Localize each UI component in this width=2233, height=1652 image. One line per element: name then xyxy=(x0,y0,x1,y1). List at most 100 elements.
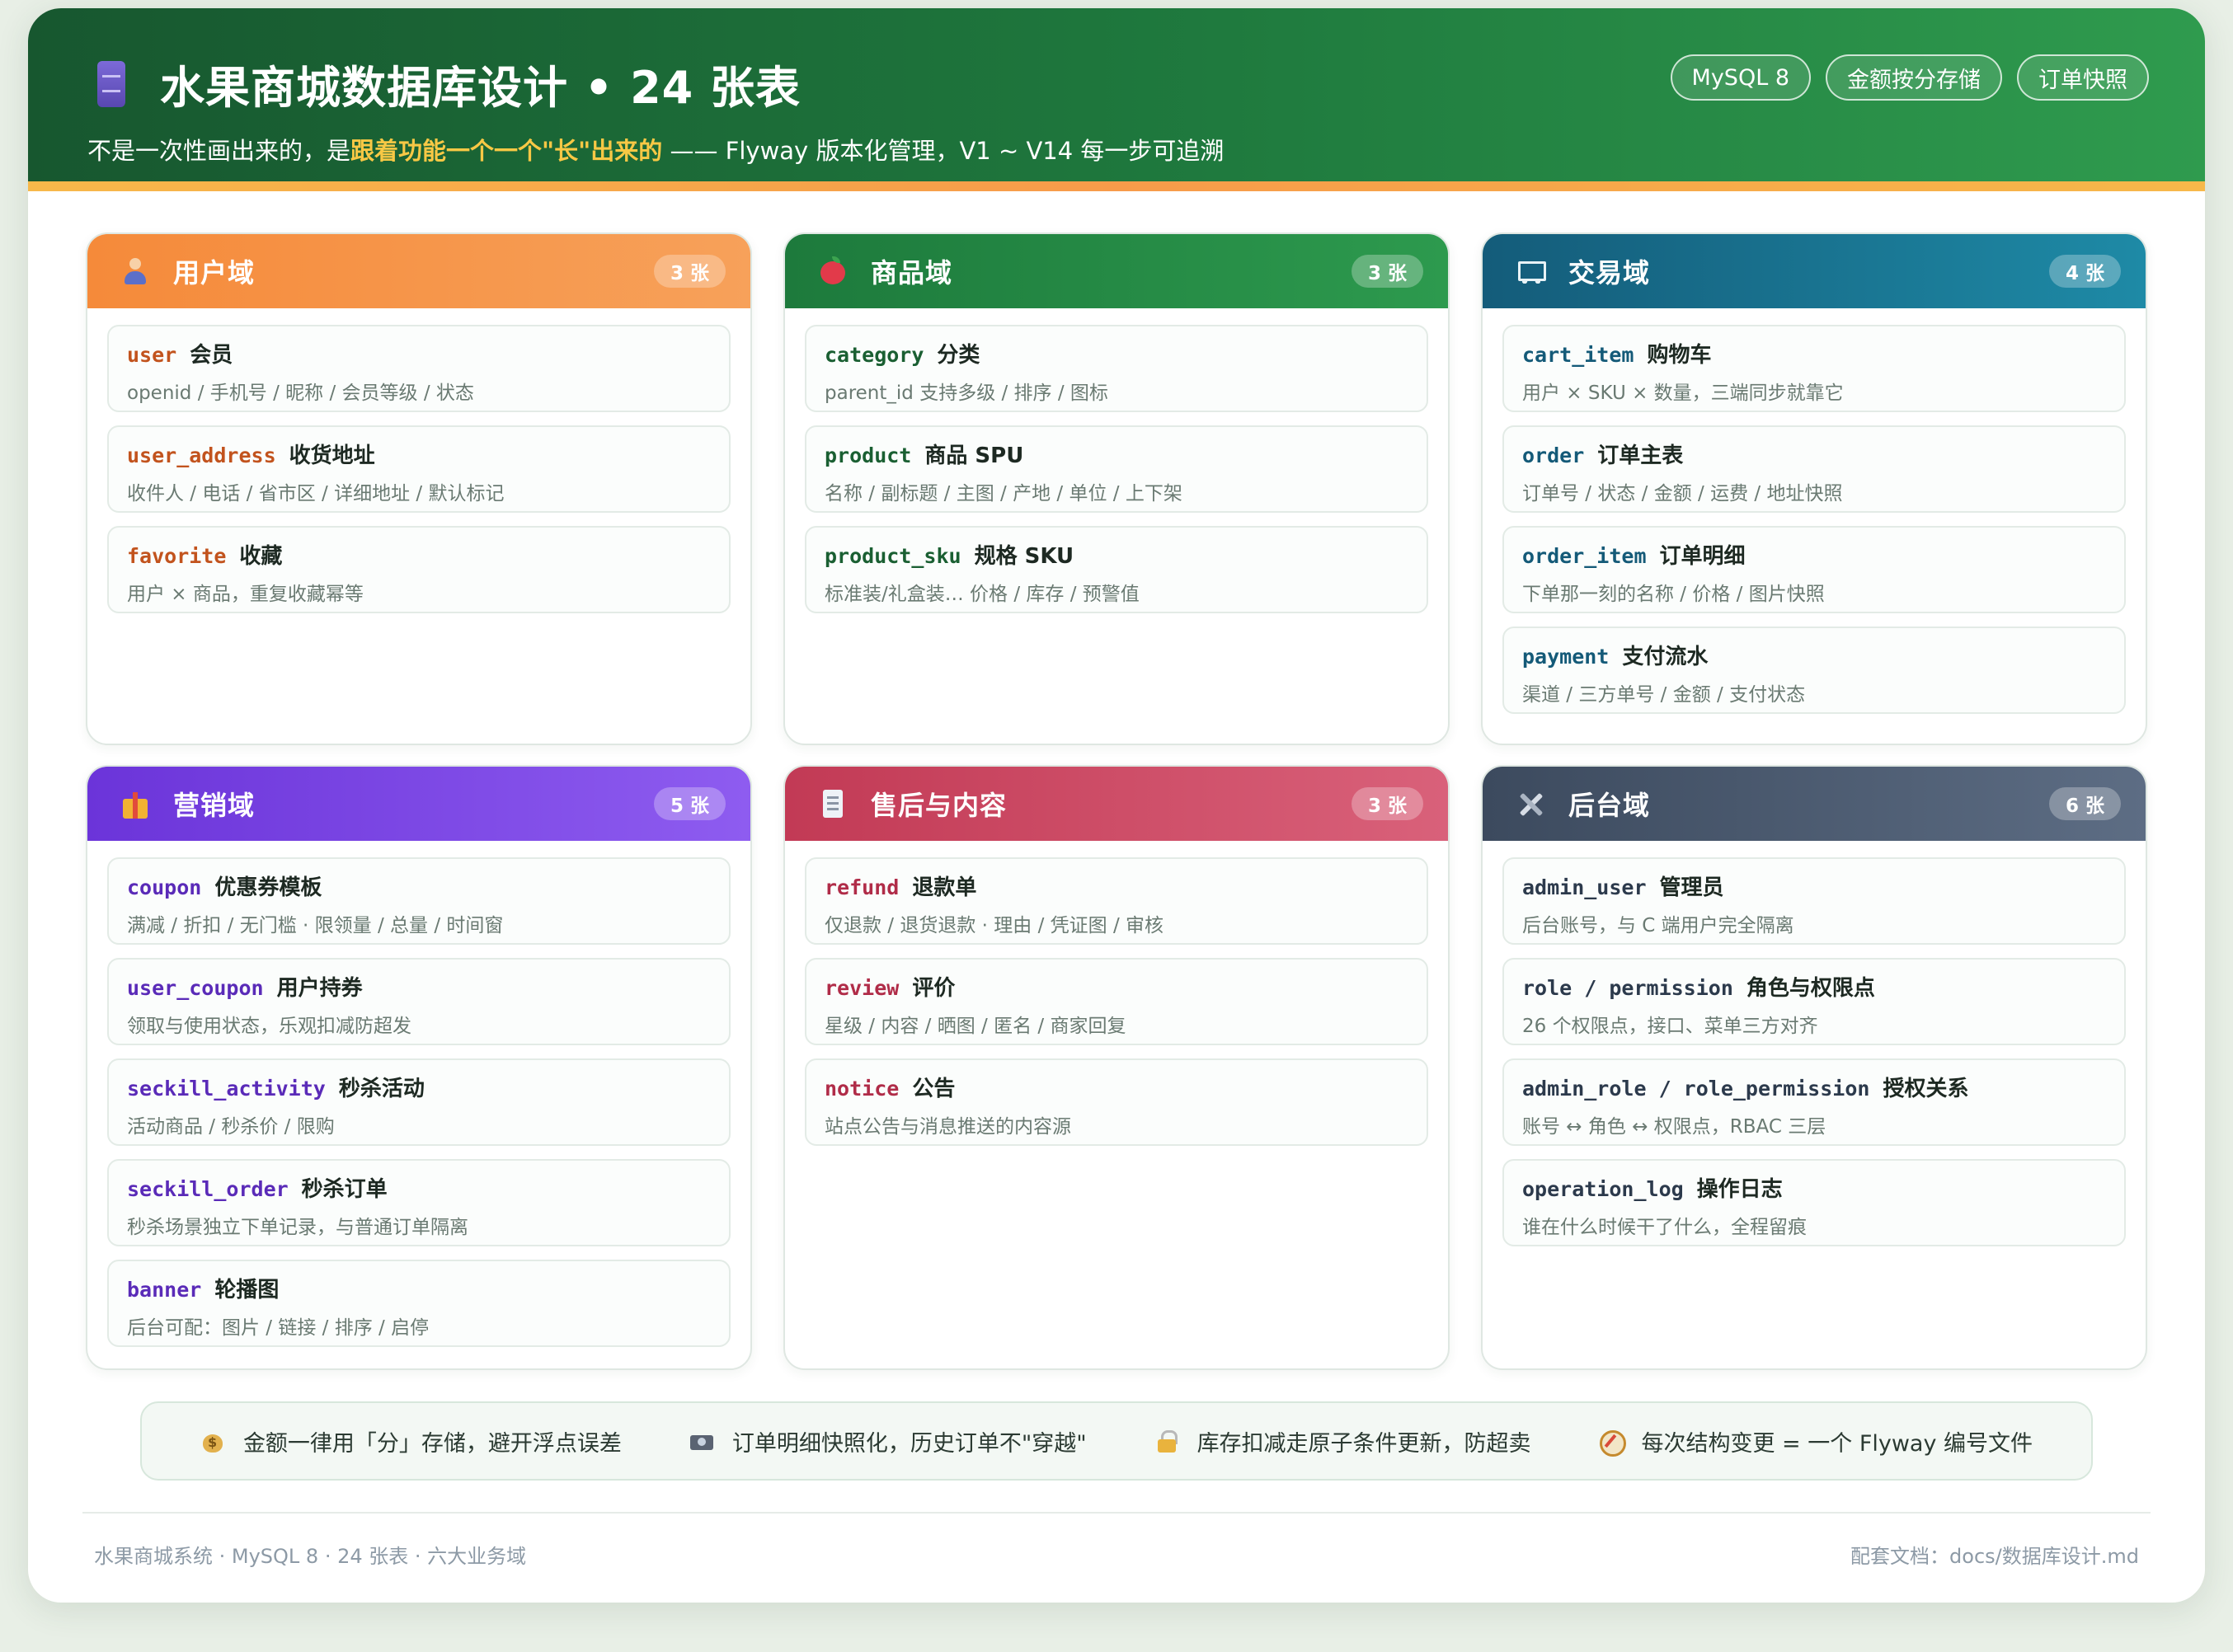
table-code: cart_item xyxy=(1522,343,1634,367)
table-count-badge: 3 张 xyxy=(1351,255,1423,288)
domain-title: 用户域 xyxy=(173,257,256,289)
table-desc: 下单那一刻的名称 / 价格 / 图片快照 xyxy=(1522,584,1825,605)
table-desc: 活动商品 / 秒杀价 / 限购 xyxy=(127,1116,335,1138)
table-name: 订单明细 xyxy=(1659,544,1746,569)
table-desc: 账号 ↔ 角色 ↔ 权限点，RBAC 三层 xyxy=(1522,1116,1826,1138)
table-name: 规格 SKU xyxy=(974,544,1074,569)
table-desc: 标准装/礼盒装… 价格 / 库存 / 预警值 xyxy=(825,584,1140,605)
table-name: 授权关系 xyxy=(1883,1077,1969,1101)
domain-card-trade: 交易域 4 张 cart_item 购物车 用户 × SKU × 数量，三端同步就… xyxy=(1481,232,2147,745)
table-code: user xyxy=(127,343,177,367)
table-code: role / permission xyxy=(1522,976,1733,1000)
table-code: refund xyxy=(825,875,900,899)
domain-header: 后台域 6 张 xyxy=(1483,767,2146,841)
table-entry: product 商品 SPU 名称 / 副标题 / 主图 / 产地 / 单位 / … xyxy=(805,425,1428,513)
domain-table-list: user 会员 openid / 手机号 / 昵称 / 会员等级 / 状态 use… xyxy=(87,308,750,613)
tip-item: 库存扣减走原子条件更新，防超卖 xyxy=(1154,1425,1531,1457)
table-desc: 26 个权限点，接口、菜单三方对齐 xyxy=(1522,1016,1818,1037)
tools-icon xyxy=(1516,789,1545,819)
domain-title: 商品域 xyxy=(871,257,953,289)
tag-money-in-cents: 金额按分存储 xyxy=(1826,54,2002,101)
header-banner: 水果商城数据库设计 • 24 张表 不是一次性画出来的，是跟着功能一个一个"长"… xyxy=(28,8,2205,181)
header-tags: MySQL 8 金额按分存储 订单快照 xyxy=(1670,54,2149,101)
tip-text: 每次结构变更 = 一个 Flyway 编号文件 xyxy=(1641,1430,2033,1457)
table-code: product_sku xyxy=(825,544,961,568)
table-desc: 后台可配：图片 / 链接 / 排序 / 启停 xyxy=(127,1317,430,1339)
table-desc: 收件人 / 电话 / 省市区 / 详细地址 / 默认标记 xyxy=(127,483,505,505)
domain-title: 售后与内容 xyxy=(871,790,1008,821)
domain-header: 交易域 4 张 xyxy=(1483,234,2146,308)
table-name: 购物车 xyxy=(1647,343,1712,368)
table-desc: 谁在什么时候干了什么，全程留痕 xyxy=(1522,1217,1807,1238)
table-count-badge: 5 张 xyxy=(653,787,726,820)
tip-text: 金额一律用「分」存储，避开浮点误差 xyxy=(242,1430,622,1457)
table-desc: 星级 / 内容 / 晒图 / 匿名 / 商家回复 xyxy=(825,1016,1126,1037)
apple-icon xyxy=(818,256,848,286)
table-code: user_coupon xyxy=(127,976,264,1000)
table-name: 秒杀订单 xyxy=(301,1177,388,1202)
compass-icon xyxy=(1598,1429,1627,1457)
table-desc: openid / 手机号 / 昵称 / 会员等级 / 状态 xyxy=(127,382,474,404)
table-code: user_address xyxy=(127,444,276,467)
table-entry: favorite 收藏 用户 × 商品，重复收藏幂等 xyxy=(107,526,731,613)
money-bag-icon xyxy=(200,1429,225,1453)
domain-table-list: refund 退款单 仅退款 / 退货退款 · 理由 / 凭证图 / 审核 rev… xyxy=(785,841,1448,1146)
table-code: payment xyxy=(1522,645,1610,669)
table-name: 优惠券模板 xyxy=(214,875,322,900)
table-name: 订单主表 xyxy=(1597,444,1684,468)
table-entry: admin_role / role_permission 授权关系 账号 ↔ 角色… xyxy=(1502,1058,2126,1146)
document-icon xyxy=(818,789,848,819)
title-row: 水果商城数据库设计 • 24 张表 xyxy=(97,51,801,116)
design-principles-bar: 金额一律用「分」存储，避开浮点误差 订单明细快照化，历史订单不"穿越" 库存扣减… xyxy=(140,1401,2093,1481)
cart-icon xyxy=(1516,256,1546,286)
domain-table-list: category 分类 parent_id 支持多级 / 排序 / 图标 prod… xyxy=(785,308,1448,613)
table-code: favorite xyxy=(127,544,227,568)
domain-card-goods: 商品域 3 张 category 分类 parent_id 支持多级 / 排序 /… xyxy=(783,232,1450,745)
table-entry: seckill_order 秒杀订单 秒杀场景独立下单记录，与普通订单隔离 xyxy=(107,1159,731,1246)
table-entry: notice 公告 站点公告与消息推送的内容源 xyxy=(805,1058,1428,1146)
footer-divider xyxy=(82,1512,2151,1514)
domain-title: 后台域 xyxy=(1568,790,1651,821)
table-count-badge: 3 张 xyxy=(1351,787,1423,820)
table-entry: order_item 订单明细 下单那一刻的名称 / 价格 / 图片快照 xyxy=(1502,526,2126,613)
table-code: product xyxy=(825,444,912,467)
domain-table-list: coupon 优惠券模板 满减 / 折扣 / 无门槛 · 限领量 / 总量 / 时… xyxy=(87,841,750,1347)
page-subtitle: 不是一次性画出来的，是跟着功能一个一个"长"出来的 —— Flyway 版本化管… xyxy=(87,132,1224,167)
table-entry: coupon 优惠券模板 满减 / 折扣 / 无门槛 · 限领量 / 总量 / 时… xyxy=(107,857,731,945)
table-code: category xyxy=(825,343,924,367)
table-entry: user_coupon 用户持券 领取与使用状态，乐观扣减防超发 xyxy=(107,958,731,1045)
table-count-badge: 3 张 xyxy=(653,255,726,288)
table-code: coupon xyxy=(127,875,202,899)
user-icon xyxy=(120,256,150,286)
table-code: seckill_order xyxy=(127,1177,289,1201)
table-desc: 渠道 / 三方单号 / 金额 / 支付状态 xyxy=(1522,684,1806,706)
table-desc: 订单号 / 状态 / 金额 / 运费 / 地址快照 xyxy=(1522,483,1843,505)
domain-table-list: cart_item 购物车 用户 × SKU × 数量，三端同步就靠它 order… xyxy=(1483,308,2146,714)
table-desc: 后台账号，与 C 端用户完全隔离 xyxy=(1522,915,1794,936)
tip-text: 订单明细快照化，历史订单不"穿越" xyxy=(731,1430,1087,1457)
footer-summary: 水果商城系统 · MySQL 8 · 24 张表 · 六大业务域 xyxy=(94,1545,527,1568)
table-code: order_item xyxy=(1522,544,1647,568)
table-desc: 用户 × SKU × 数量，三端同步就靠它 xyxy=(1522,382,1844,404)
schema-poster: 水果商城数据库设计 • 24 张表 不是一次性画出来的，是跟着功能一个一个"长"… xyxy=(28,8,2205,1603)
table-name: 管理员 xyxy=(1659,875,1724,900)
camera-icon xyxy=(689,1429,714,1453)
table-code: banner xyxy=(127,1278,202,1302)
table-entry: refund 退款单 仅退款 / 退货退款 · 理由 / 凭证图 / 审核 xyxy=(805,857,1428,945)
table-name: 评价 xyxy=(912,976,956,1001)
database-icon xyxy=(97,60,125,107)
table-code: admin_role / role_permission xyxy=(1522,1077,1870,1101)
domain-table-list: admin_user 管理员 后台账号，与 C 端用户完全隔离 role / pe… xyxy=(1483,841,2146,1246)
domain-header: 营销域 5 张 xyxy=(87,767,750,841)
footer-doc-link: 配套文档：docs/数据库设计.md xyxy=(1850,1545,2139,1568)
table-name: 支付流水 xyxy=(1622,645,1709,669)
page-title: 水果商城数据库设计 • 24 张表 xyxy=(160,62,802,114)
table-count-badge: 4 张 xyxy=(2048,255,2121,288)
subtitle-highlight: 跟着功能一个一个"长"出来的 xyxy=(350,137,663,165)
tag-mysql: MySQL 8 xyxy=(1670,54,1811,101)
table-desc: 满减 / 折扣 / 无门槛 · 限领量 / 总量 / 时间窗 xyxy=(127,915,504,936)
table-entry: operation_log 操作日志 谁在什么时候干了什么，全程留痕 xyxy=(1502,1159,2126,1246)
table-entry: category 分类 parent_id 支持多级 / 排序 / 图标 xyxy=(805,325,1428,412)
subtitle-suffix: —— Flyway 版本化管理，V1 ~ V14 每一步可追溯 xyxy=(662,137,1225,165)
tip-text: 库存扣减走原子条件更新，防超卖 xyxy=(1196,1430,1531,1457)
